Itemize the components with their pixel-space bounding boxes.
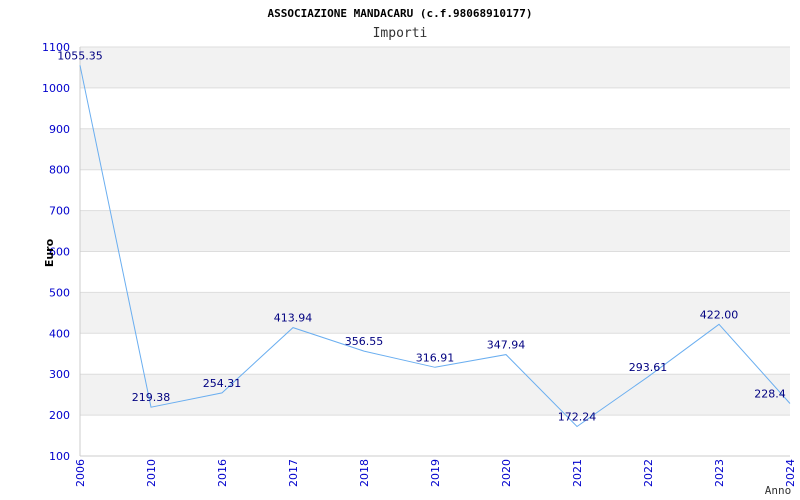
x-tick-label: 2022 xyxy=(642,459,655,487)
data-label: 1055.35 xyxy=(57,49,103,62)
data-label: 316.91 xyxy=(416,351,455,364)
y-tick-label: 1000 xyxy=(42,82,70,95)
data-label: 172.24 xyxy=(558,410,597,423)
data-label: 293.61 xyxy=(629,361,668,374)
y-tick-label: 800 xyxy=(49,164,70,177)
x-tick-label: 2010 xyxy=(145,459,158,487)
plot-band xyxy=(80,128,790,170)
y-tick-label: 100 xyxy=(49,450,70,463)
y-tick-label: 700 xyxy=(49,205,70,218)
data-label: 413.94 xyxy=(274,312,313,325)
plot-band xyxy=(80,292,790,334)
data-label: 347.94 xyxy=(487,339,526,352)
data-label: 228.4 xyxy=(754,387,786,400)
x-tick-label: 2017 xyxy=(287,459,300,487)
x-axis-label: Anno xyxy=(765,484,792,497)
x-tick-label: 2023 xyxy=(713,459,726,487)
x-tick-label: 2020 xyxy=(500,459,513,487)
data-label: 254.31 xyxy=(203,377,242,390)
data-label: 219.38 xyxy=(132,391,171,404)
y-tick-label: 900 xyxy=(49,123,70,136)
x-tick-label: 2006 xyxy=(74,459,87,487)
y-tick-label: 300 xyxy=(49,368,70,381)
line-chart: ASSOCIAZIONE MANDACARU (c.f.98068910177)… xyxy=(42,7,797,497)
x-tick-label: 2024 xyxy=(784,459,797,487)
plot-band xyxy=(80,47,790,88)
data-label: 422.00 xyxy=(700,308,739,321)
y-tick-label: 200 xyxy=(49,409,70,422)
plot-band xyxy=(80,210,790,252)
chart-title: ASSOCIAZIONE MANDACARU (c.f.98068910177) xyxy=(268,7,533,20)
y-tick-label: 500 xyxy=(49,286,70,299)
x-tick-labels: 2006 2010 2016 2017 2018 2019 2020 2021 2022 2023… xyxy=(74,459,797,487)
x-tick-label: 2016 xyxy=(216,459,229,487)
chart-subtitle: Importi xyxy=(373,26,428,41)
y-axis-label: Euro xyxy=(43,238,56,267)
data-label: 356.55 xyxy=(345,335,384,348)
x-tick-label: 2021 xyxy=(571,459,584,487)
x-tick-label: 2018 xyxy=(358,459,371,487)
plot-band xyxy=(80,374,790,416)
x-tick-label: 2019 xyxy=(429,459,442,487)
y-tick-label: 400 xyxy=(49,327,70,340)
